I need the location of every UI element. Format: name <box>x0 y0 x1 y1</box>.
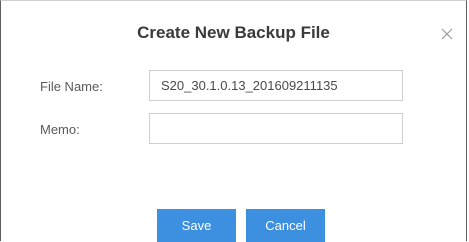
file-name-label: File Name: <box>40 79 103 94</box>
create-backup-dialog: Create New Backup File File Name: Memo: … <box>0 0 467 242</box>
memo-field[interactable] <box>149 113 403 144</box>
cancel-button[interactable]: Cancel <box>246 209 325 242</box>
close-icon-glyph <box>441 28 453 40</box>
dialog-title: Create New Backup File <box>137 23 330 42</box>
file-name-field[interactable] <box>149 70 403 101</box>
memo-label: Memo: <box>40 122 80 137</box>
save-button[interactable]: Save <box>157 209 236 242</box>
close-icon[interactable] <box>438 25 458 45</box>
